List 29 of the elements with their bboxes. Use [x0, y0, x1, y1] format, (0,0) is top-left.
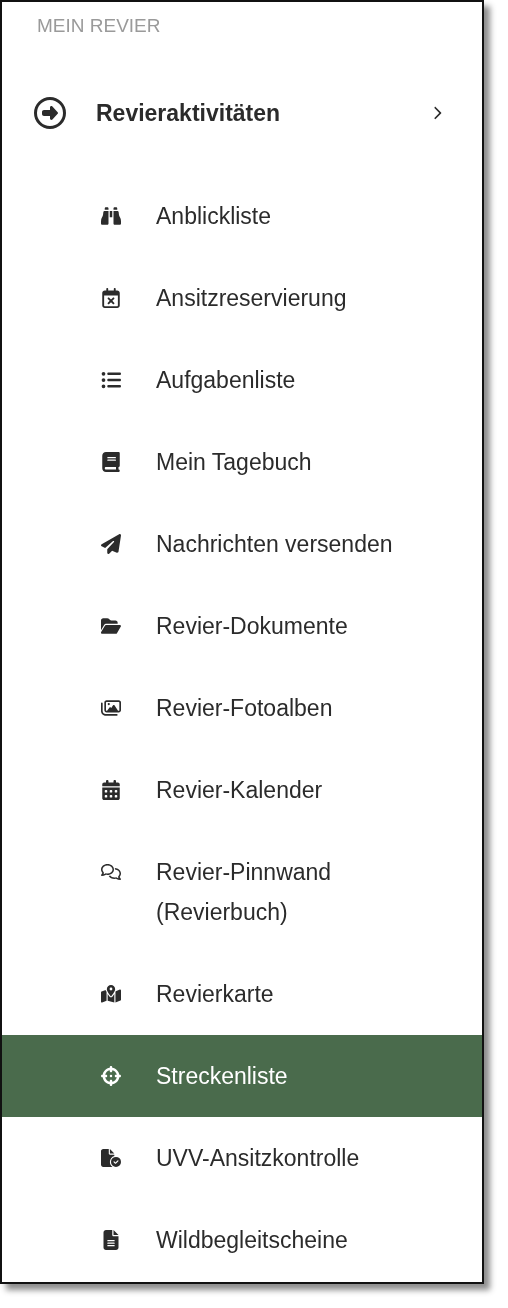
- folder-icon: [101, 616, 121, 636]
- menu-item[interactable]: Revier-Pinnwand (Revierbuch): [2, 831, 482, 953]
- binoculars-icon: [101, 206, 121, 226]
- section-title: MEIN REVIER: [36, 14, 162, 38]
- calendar-icon: [101, 780, 121, 800]
- group-menu-item[interactable]: Revieraktivitäten: [2, 72, 482, 154]
- menu-item[interactable]: Nachrichten versenden: [2, 503, 482, 585]
- menu-item[interactable]: Revier-Kalender: [2, 749, 482, 831]
- menu-item[interactable]: Mein Tagebuch: [2, 421, 482, 503]
- menu-item[interactable]: UVV-Ansitzkontrolle: [2, 1117, 482, 1199]
- list-icon: [101, 370, 121, 390]
- menu-item[interactable]: Anblickliste: [2, 175, 482, 257]
- group-label: Revieraktivitäten: [96, 99, 282, 127]
- document-icon: [101, 1230, 121, 1250]
- menu-item[interactable]: Streckenliste: [2, 1035, 482, 1117]
- speech-bubbles-icon: [101, 862, 121, 882]
- file-check-icon: [101, 1148, 121, 1168]
- images-icon: [101, 698, 121, 718]
- calendar-x-icon: [101, 288, 121, 308]
- crosshair-icon: [101, 1066, 121, 1086]
- book-icon: [101, 452, 121, 472]
- menu-item[interactable]: Revier-Fotoalben: [2, 667, 482, 749]
- menu-item[interactable]: Revier-Dokumente: [2, 585, 482, 667]
- menu-item[interactable]: Ansitzreservierung: [2, 257, 482, 339]
- map-pin-icon: [101, 984, 121, 1004]
- menu-item[interactable]: Wildbegleitscheine: [2, 1199, 482, 1281]
- menu-item[interactable]: Revierkarte: [2, 953, 482, 1035]
- menu-item[interactable]: Aufgabenliste: [2, 339, 482, 421]
- paper-plane-icon: [101, 534, 121, 554]
